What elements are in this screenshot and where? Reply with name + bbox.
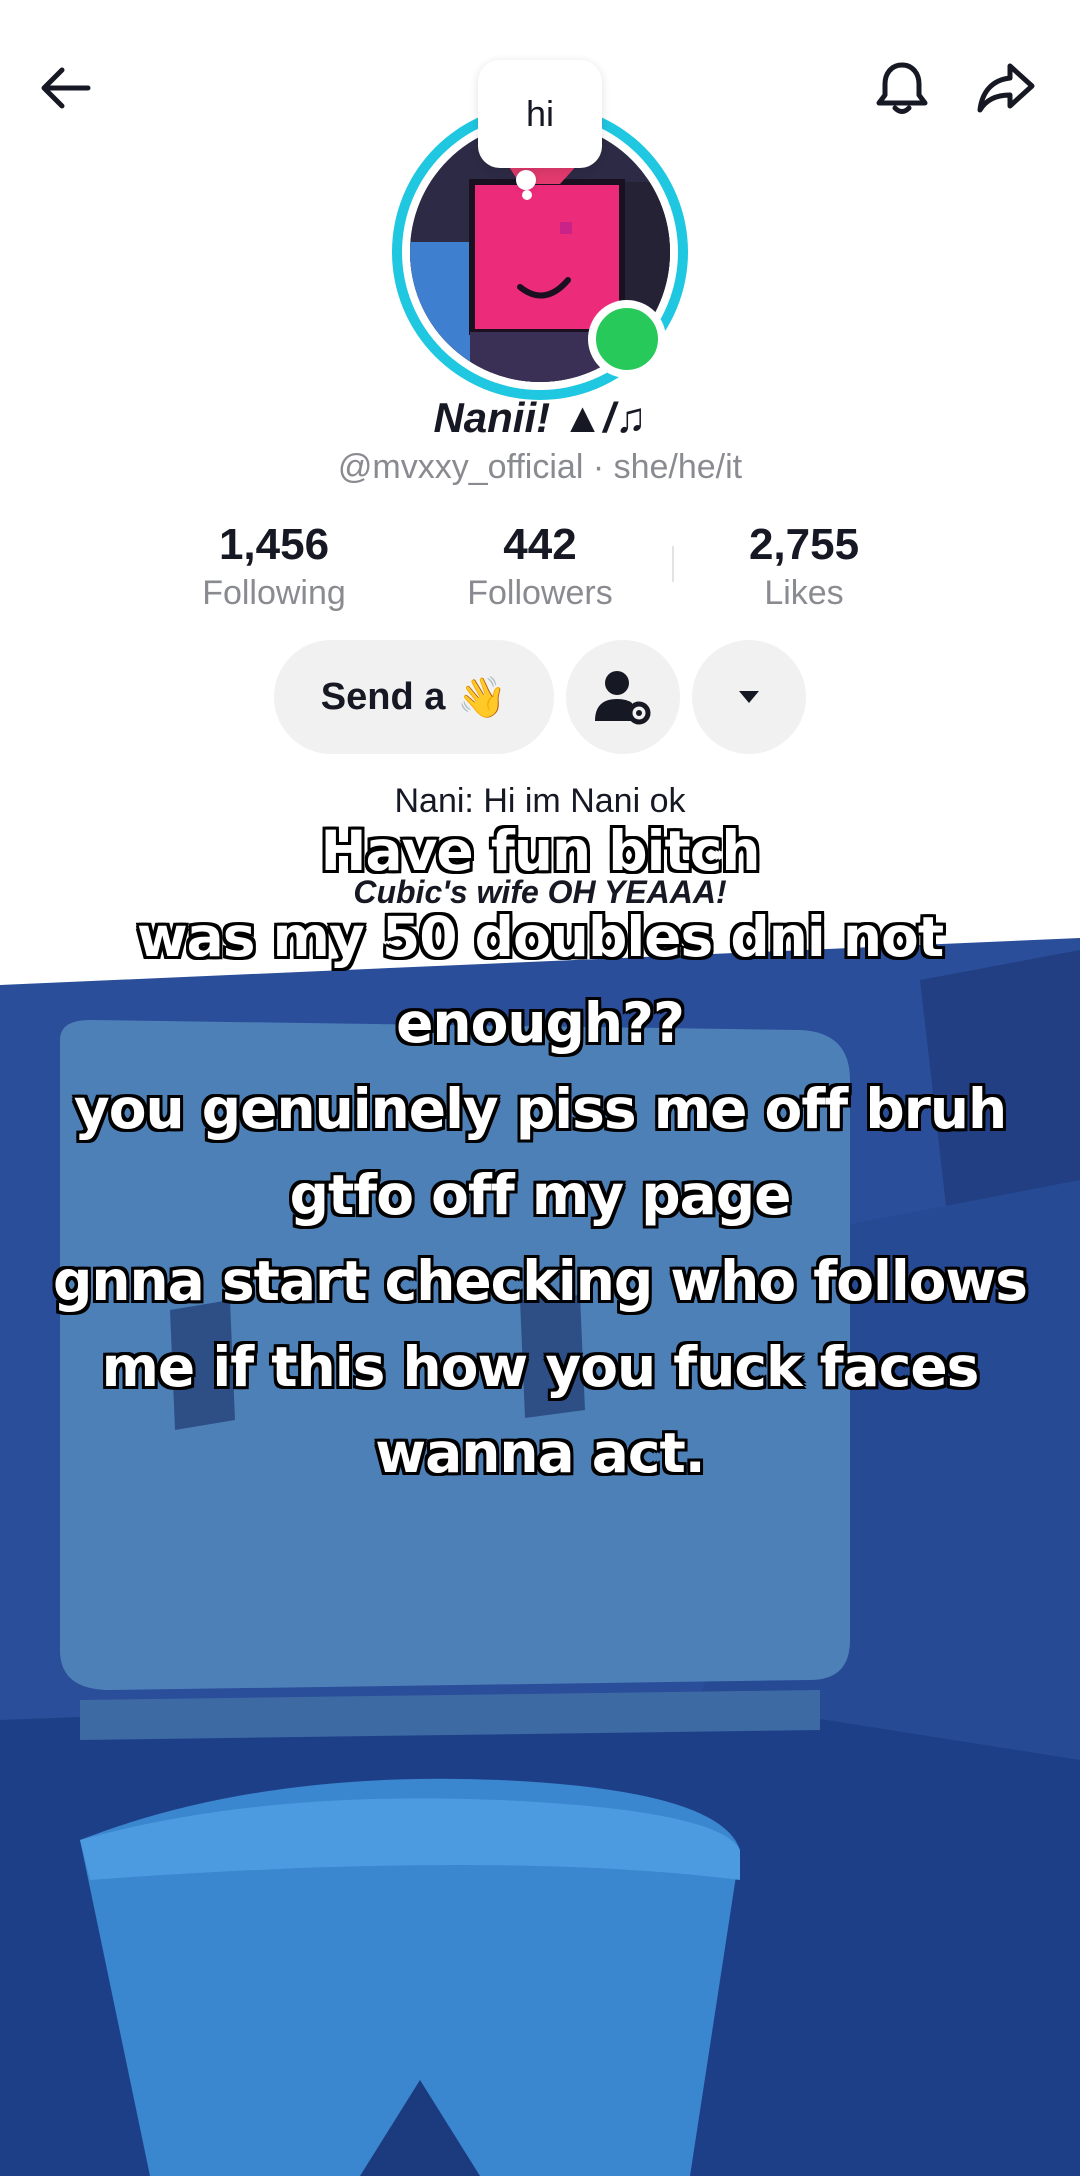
caption-line: Have fun bitch bbox=[320, 819, 760, 883]
share-arrow-icon bbox=[977, 63, 1035, 113]
caption-line: me if this how you fuck faces bbox=[101, 1335, 980, 1399]
following-label: Following bbox=[202, 574, 346, 612]
online-status-dot bbox=[588, 300, 666, 378]
stat-divider bbox=[672, 546, 674, 582]
following-stat[interactable]: 1,456 Following bbox=[154, 520, 394, 613]
followers-stat[interactable]: 442 Followers bbox=[420, 520, 660, 613]
caption-overlay: Have fun bitch was my 50 doubles dni not… bbox=[40, 808, 1040, 1496]
caption-line: wanna act. bbox=[375, 1421, 705, 1485]
username-handle: @mvxxy_official · she/he/it bbox=[337, 448, 743, 486]
bell-icon bbox=[876, 62, 928, 114]
profile-note[interactable]: hi bbox=[478, 60, 602, 168]
waving-hand-icon: 👋 bbox=[457, 675, 508, 720]
profile-settings-button[interactable] bbox=[566, 640, 680, 754]
caption-line: gnna start checking who follows bbox=[52, 1249, 1028, 1313]
display-name: Nanii! ▲/♫ bbox=[433, 394, 647, 441]
more-options-button[interactable] bbox=[692, 640, 806, 754]
followers-label: Followers bbox=[467, 574, 613, 612]
notification-bell-button[interactable] bbox=[862, 48, 942, 128]
send-wave-button[interactable]: Send a 👋 bbox=[274, 640, 554, 754]
arrow-left-icon bbox=[41, 67, 91, 109]
share-button[interactable] bbox=[966, 48, 1046, 128]
caption-line: was my 50 doubles dni not bbox=[136, 905, 944, 969]
user-settings-icon bbox=[595, 671, 651, 725]
caption-line: gtfo off my page bbox=[289, 1163, 792, 1227]
following-count: 1,456 bbox=[218, 520, 330, 569]
back-button[interactable] bbox=[26, 48, 106, 128]
send-wave-label: Send a bbox=[320, 675, 446, 718]
followers-count: 442 bbox=[503, 520, 577, 569]
caption-line: enough?? bbox=[396, 991, 685, 1055]
likes-count: 2,755 bbox=[748, 520, 860, 569]
chevron-down-icon bbox=[739, 691, 759, 703]
likes-label: Likes bbox=[764, 574, 844, 612]
caption-line: you genuinely piss me off bruh bbox=[73, 1077, 1007, 1141]
likes-stat[interactable]: 2,755 Likes bbox=[684, 520, 924, 613]
